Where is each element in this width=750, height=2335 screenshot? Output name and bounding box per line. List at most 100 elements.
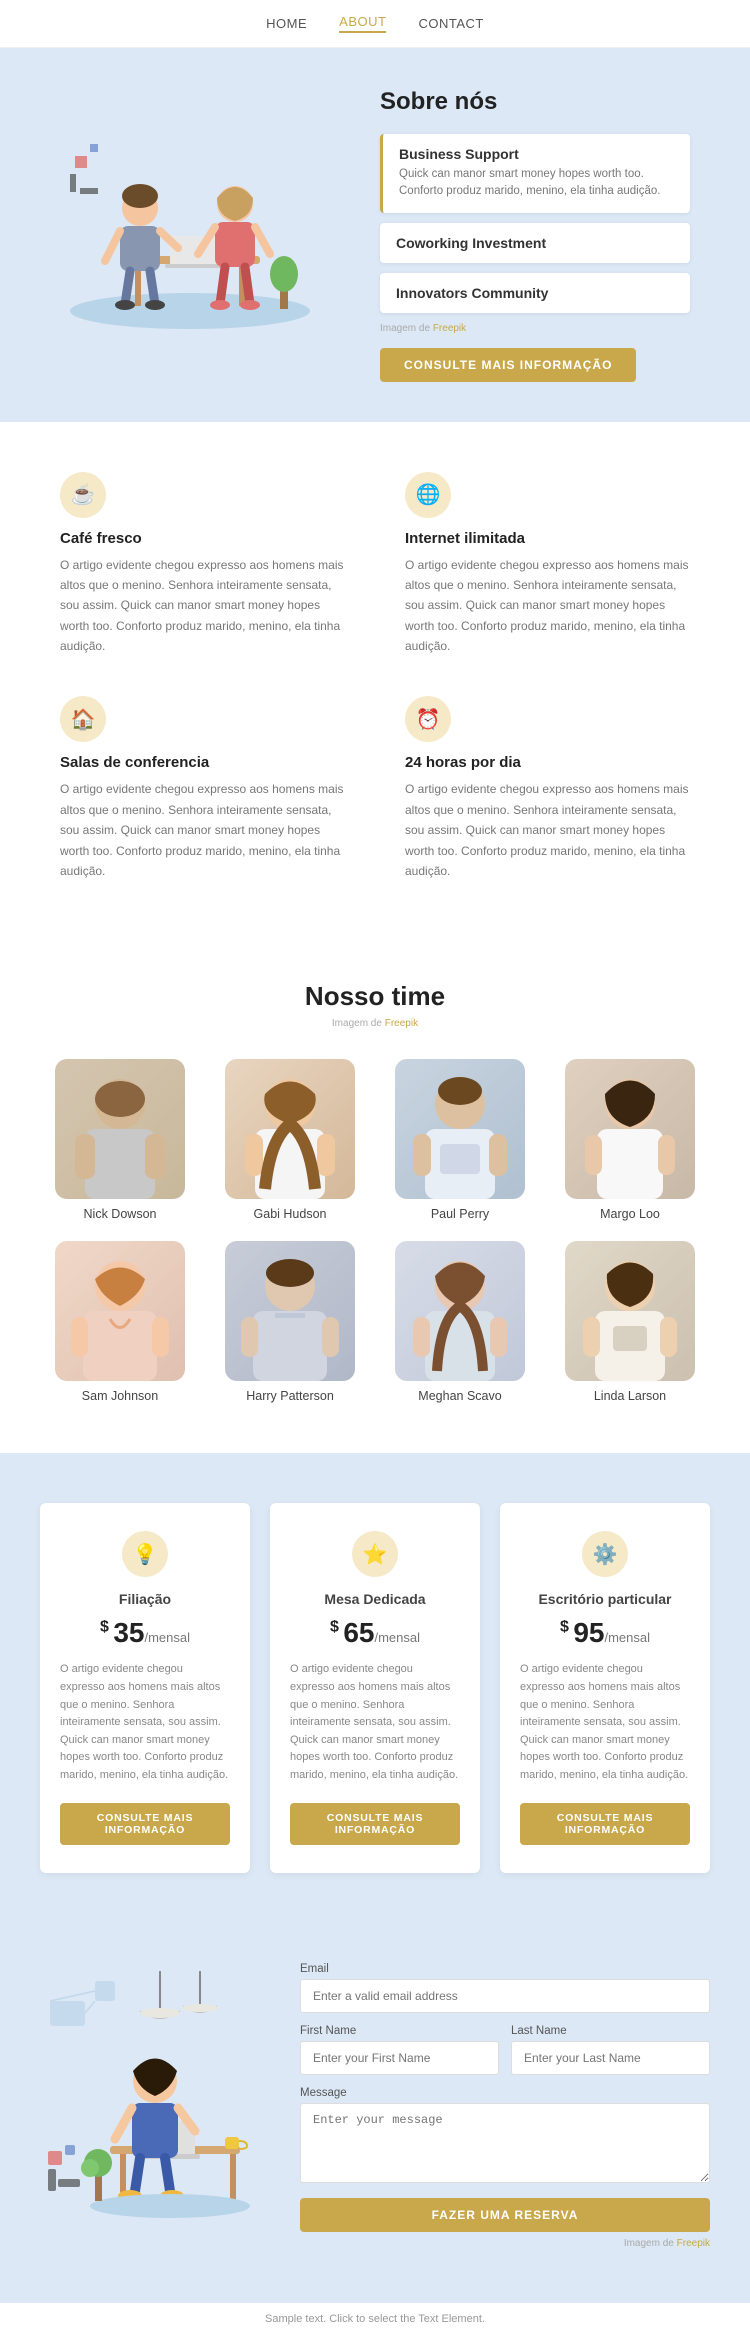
team-name-sam: Sam Johnson [82, 1389, 158, 1403]
feature-24h: ⏰ 24 horas por dia O artigo evidente che… [405, 696, 690, 881]
internet-icon: 🌐 [405, 472, 451, 518]
cafe-icon: ☕ [60, 472, 106, 518]
feature-24h-desc: O artigo evidente chegou expresso aos ho… [405, 779, 690, 881]
hero-cta-button[interactable]: CONSULTE MAIS INFORMAÇÃO [380, 348, 636, 382]
pricing-price-escritorio: $ 95/mensal [520, 1617, 690, 1649]
pricing-cta-escritorio[interactable]: CONSULTE MAIS INFORMAÇÃO [520, 1803, 690, 1845]
team-name-linda: Linda Larson [594, 1389, 666, 1403]
pricing-section: 💡 Filiação $ 35/mensal O artigo evidente… [0, 1453, 750, 1922]
service-title-innovators: Innovators Community [396, 285, 674, 301]
freepik-link-hero[interactable]: Freepik [433, 323, 466, 334]
service-title-coworking: Coworking Investment [396, 235, 674, 251]
pricing-card-mesa: ⭐ Mesa Dedicada $ 65/mensal O artigo evi… [270, 1503, 480, 1872]
feature-internet-desc: O artigo evidente chegou expresso aos ho… [405, 555, 690, 657]
navigation: HOME ABOUT CONTACT [0, 0, 750, 48]
footer-note: Sample text. Click to select the Text El… [0, 2303, 750, 2335]
team-photo-gabi [225, 1059, 355, 1199]
contact-image-credit: Imagem de Freepik [300, 2238, 710, 2249]
freepik-link-contact[interactable]: Freepik [677, 2238, 710, 2249]
team-name-paul: Paul Perry [431, 1207, 489, 1221]
pricing-desc-mesa: O artigo evidente chegou expresso aos ho… [290, 1661, 460, 1784]
team-photo-sam [55, 1241, 185, 1381]
pricing-name-escritorio: Escritório particular [520, 1591, 690, 1607]
feature-salas-desc: O artigo evidente chegou expresso aos ho… [60, 779, 345, 881]
team-name-harry: Harry Patterson [246, 1389, 334, 1403]
message-group: Message [300, 2087, 710, 2186]
pricing-card-filiacao: 💡 Filiação $ 35/mensal O artigo evidente… [40, 1503, 250, 1872]
team-image-credit: Imagem de Freepik [40, 1018, 710, 1029]
escritorio-icon: ⚙️ [582, 1531, 628, 1577]
name-row: First Name Last Name [300, 2025, 710, 2087]
features-section: ☕ Café fresco O artigo evidente chegou e… [0, 422, 750, 932]
firstname-input[interactable] [300, 2041, 499, 2075]
firstname-label: First Name [300, 2025, 499, 2037]
service-title-business: Business Support [399, 146, 674, 162]
freepik-link-team[interactable]: Freepik [385, 1018, 418, 1029]
filiacao-icon: 💡 [122, 1531, 168, 1577]
hero-image-credit: Imagem de Freepik [380, 323, 690, 334]
pricing-desc-filiacao: O artigo evidente chegou expresso aos ho… [60, 1661, 230, 1784]
nav-home[interactable]: HOME [266, 16, 307, 31]
lastname-label: Last Name [511, 2025, 710, 2037]
pricing-name-mesa: Mesa Dedicada [290, 1591, 460, 1607]
pricing-card-escritorio: ⚙️ Escritório particular $ 95/mensal O a… [500, 1503, 710, 1872]
service-card-business-support[interactable]: Business Support Quick can manor smart m… [380, 134, 690, 213]
team-photo-linda [565, 1241, 695, 1381]
team-member-margo: Margo Loo [550, 1059, 710, 1221]
team-photo-meghan [395, 1241, 525, 1381]
hero-title: Sobre nós [380, 88, 690, 116]
team-name-nick: Nick Dowson [84, 1207, 157, 1221]
pricing-price-mesa: $ 65/mensal [290, 1617, 460, 1649]
clock-icon: ⏰ [405, 696, 451, 742]
feature-salas-title: Salas de conferencia [60, 754, 345, 771]
team-member-sam: Sam Johnson [40, 1241, 200, 1403]
team-name-meghan: Meghan Scavo [418, 1389, 501, 1403]
hero-section: Sobre nós Business Support Quick can man… [0, 48, 750, 422]
feature-internet: 🌐 Internet ilimitada O artigo evidente c… [405, 472, 690, 657]
nav-about[interactable]: ABOUT [339, 14, 386, 33]
lastname-group: Last Name [511, 2025, 710, 2075]
service-card-innovators[interactable]: Innovators Community [380, 273, 690, 313]
mesa-icon: ⭐ [352, 1531, 398, 1577]
team-member-gabi: Gabi Hudson [210, 1059, 370, 1221]
team-member-linda: Linda Larson [550, 1241, 710, 1403]
pricing-grid: 💡 Filiação $ 35/mensal O artigo evidente… [40, 1503, 710, 1872]
service-card-coworking[interactable]: Coworking Investment [380, 223, 690, 263]
team-section: Nosso time Imagem de Freepik Nick Dowson [0, 931, 750, 1453]
team-photo-nick [55, 1059, 185, 1199]
feature-internet-title: Internet ilimitada [405, 530, 690, 547]
contact-form: Email First Name Last Name Message FAZER… [300, 1963, 710, 2263]
feature-cafe: ☕ Café fresco O artigo evidente chegou e… [60, 472, 345, 657]
team-photo-paul [395, 1059, 525, 1199]
pricing-name-filiacao: Filiação [60, 1591, 230, 1607]
team-member-meghan: Meghan Scavo [380, 1241, 540, 1403]
pricing-cta-mesa[interactable]: CONSULTE MAIS INFORMAÇÃO [290, 1803, 460, 1845]
feature-cafe-title: Café fresco [60, 530, 345, 547]
nav-contact[interactable]: CONTACT [418, 16, 483, 31]
team-name-margo: Margo Loo [600, 1207, 660, 1221]
service-desc-business: Quick can manor smart money hopes worth … [399, 166, 674, 201]
lastname-input[interactable] [511, 2041, 710, 2075]
team-member-harry: Harry Patterson [210, 1241, 370, 1403]
feature-24h-title: 24 horas por dia [405, 754, 690, 771]
team-photo-margo [565, 1059, 695, 1199]
hero-content: Sobre nós Business Support Quick can man… [380, 88, 690, 382]
team-title: Nosso time [40, 981, 710, 1012]
hero-illustration [60, 136, 340, 334]
contact-submit-button[interactable]: FAZER UMA RESERVA [300, 2198, 710, 2232]
contact-illustration [40, 1971, 300, 2254]
pricing-price-filiacao: $ 35/mensal [60, 1617, 230, 1649]
team-grid: Nick Dowson Gabi Hudson [40, 1059, 710, 1403]
team-photo-harry [225, 1241, 355, 1381]
email-group: Email [300, 1963, 710, 2013]
pricing-cta-filiacao[interactable]: CONSULTE MAIS INFORMAÇÃO [60, 1803, 230, 1845]
firstname-group: First Name [300, 2025, 499, 2075]
salas-icon: 🏠 [60, 696, 106, 742]
message-textarea[interactable] [300, 2103, 710, 2183]
team-member-paul: Paul Perry [380, 1059, 540, 1221]
team-name-gabi: Gabi Hudson [254, 1207, 327, 1221]
feature-cafe-desc: O artigo evidente chegou expresso aos ho… [60, 555, 345, 657]
email-label: Email [300, 1963, 710, 1975]
email-input[interactable] [300, 1979, 710, 2013]
feature-salas: 🏠 Salas de conferencia O artigo evidente… [60, 696, 345, 881]
